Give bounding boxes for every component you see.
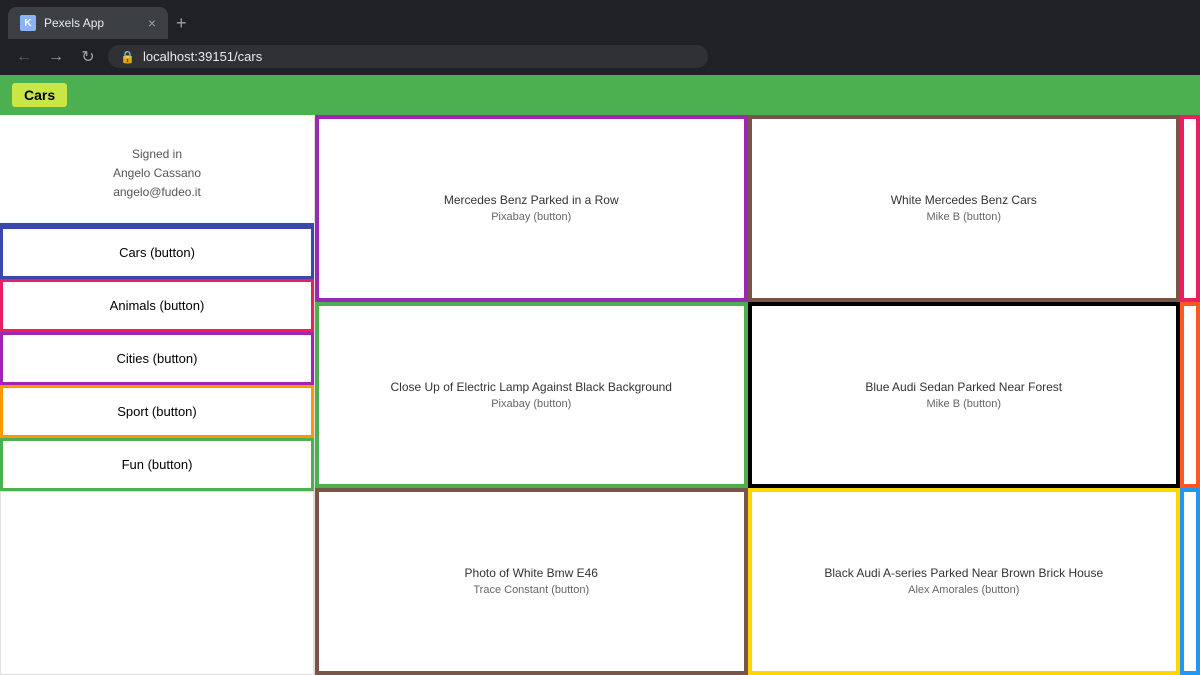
photo-card-5[interactable]: Photo of White Bmw E46 Trace Constant (b… xyxy=(315,488,748,675)
nav-animals-button[interactable]: Animals (button) xyxy=(0,279,314,332)
user-email: angelo@fudeo.it xyxy=(10,183,304,202)
url-bar[interactable]: 🔒 localhost:39151/cars xyxy=(108,45,708,68)
photo-card-1[interactable]: Mercedes Benz Parked in a Row Pixabay (b… xyxy=(315,115,748,302)
browser-chrome: K Pexels App × + ← → ↻ 🔒 localhost:39151… xyxy=(0,0,1200,75)
user-name: Angelo Cassano xyxy=(10,164,304,183)
photo-title-1: Mercedes Benz Parked in a Row xyxy=(444,191,619,209)
photo-author-2: Mike B (button) xyxy=(926,209,1001,226)
grid-wrapper: Mercedes Benz Parked in a Row Pixabay (b… xyxy=(315,115,1200,675)
photo-author-6: Alex Amorales (button) xyxy=(908,582,1019,599)
photo-title-5: Photo of White Bmw E46 xyxy=(465,564,598,582)
sidebar-bottom-area xyxy=(0,491,314,675)
photo-title-2: White Mercedes Benz Cars xyxy=(891,191,1037,209)
photo-author-4: Mike B (button) xyxy=(926,396,1001,413)
photo-grid: Mercedes Benz Parked in a Row Pixabay (b… xyxy=(315,115,1180,675)
url-text: localhost:39151/cars xyxy=(143,49,262,64)
photo-author-5: Trace Constant (button) xyxy=(473,582,589,599)
tab-close-button[interactable]: × xyxy=(148,15,156,31)
refresh-button[interactable]: ↻ xyxy=(76,45,100,69)
photo-title-3: Close Up of Electric Lamp Against Black … xyxy=(391,378,672,396)
forward-button[interactable]: → xyxy=(44,45,68,69)
signed-in-label: Signed in xyxy=(10,145,304,164)
nav-cities-button[interactable]: Cities (button) xyxy=(0,332,314,385)
user-info: Signed in Angelo Cassano angelo@fudeo.it xyxy=(0,115,314,226)
photo-card-6[interactable]: Black Audi A-series Parked Near Brown Br… xyxy=(748,488,1181,675)
app-icon: K xyxy=(20,15,36,31)
photo-author-1: Pixabay (button) xyxy=(491,209,571,226)
back-button[interactable]: ← xyxy=(12,45,36,69)
new-tab-button[interactable]: + xyxy=(172,9,191,38)
active-tab[interactable]: K Pexels App × xyxy=(8,7,168,39)
tab-title: Pexels App xyxy=(44,16,104,30)
nav-cars-button[interactable]: Cars (button) xyxy=(0,226,314,279)
nav-fun-button[interactable]: Fun (button) xyxy=(0,438,314,491)
nav-buttons: Cars (button) Animals (button) Cities (b… xyxy=(0,226,314,491)
photo-card-2[interactable]: White Mercedes Benz Cars Mike B (button) xyxy=(748,115,1181,302)
photo-title-4: Blue Audi Sedan Parked Near Forest xyxy=(865,378,1062,396)
main-layout: Signed in Angelo Cassano angelo@fudeo.it… xyxy=(0,115,1200,675)
photo-author-3: Pixabay (button) xyxy=(491,396,571,413)
address-bar: ← → ↻ 🔒 localhost:39151/cars xyxy=(0,38,1200,75)
right-edge-card-1 xyxy=(1180,115,1200,302)
app-content: Cars Signed in Angelo Cassano angelo@fud… xyxy=(0,75,1200,675)
photo-card-3[interactable]: Close Up of Electric Lamp Against Black … xyxy=(315,302,748,489)
sidebar: Signed in Angelo Cassano angelo@fudeo.it… xyxy=(0,115,315,675)
right-edge-card-2 xyxy=(1180,302,1200,489)
photo-card-4[interactable]: Blue Audi Sedan Parked Near Forest Mike … xyxy=(748,302,1181,489)
photo-title-6: Black Audi A-series Parked Near Brown Br… xyxy=(824,564,1103,582)
right-edge-cards xyxy=(1180,115,1200,675)
nav-sport-button[interactable]: Sport (button) xyxy=(0,385,314,438)
app-header: Cars xyxy=(0,75,1200,115)
cars-badge[interactable]: Cars xyxy=(12,83,67,107)
right-edge-card-3 xyxy=(1180,488,1200,675)
tab-bar: K Pexels App × + xyxy=(0,0,1200,38)
secure-icon: 🔒 xyxy=(120,50,135,64)
